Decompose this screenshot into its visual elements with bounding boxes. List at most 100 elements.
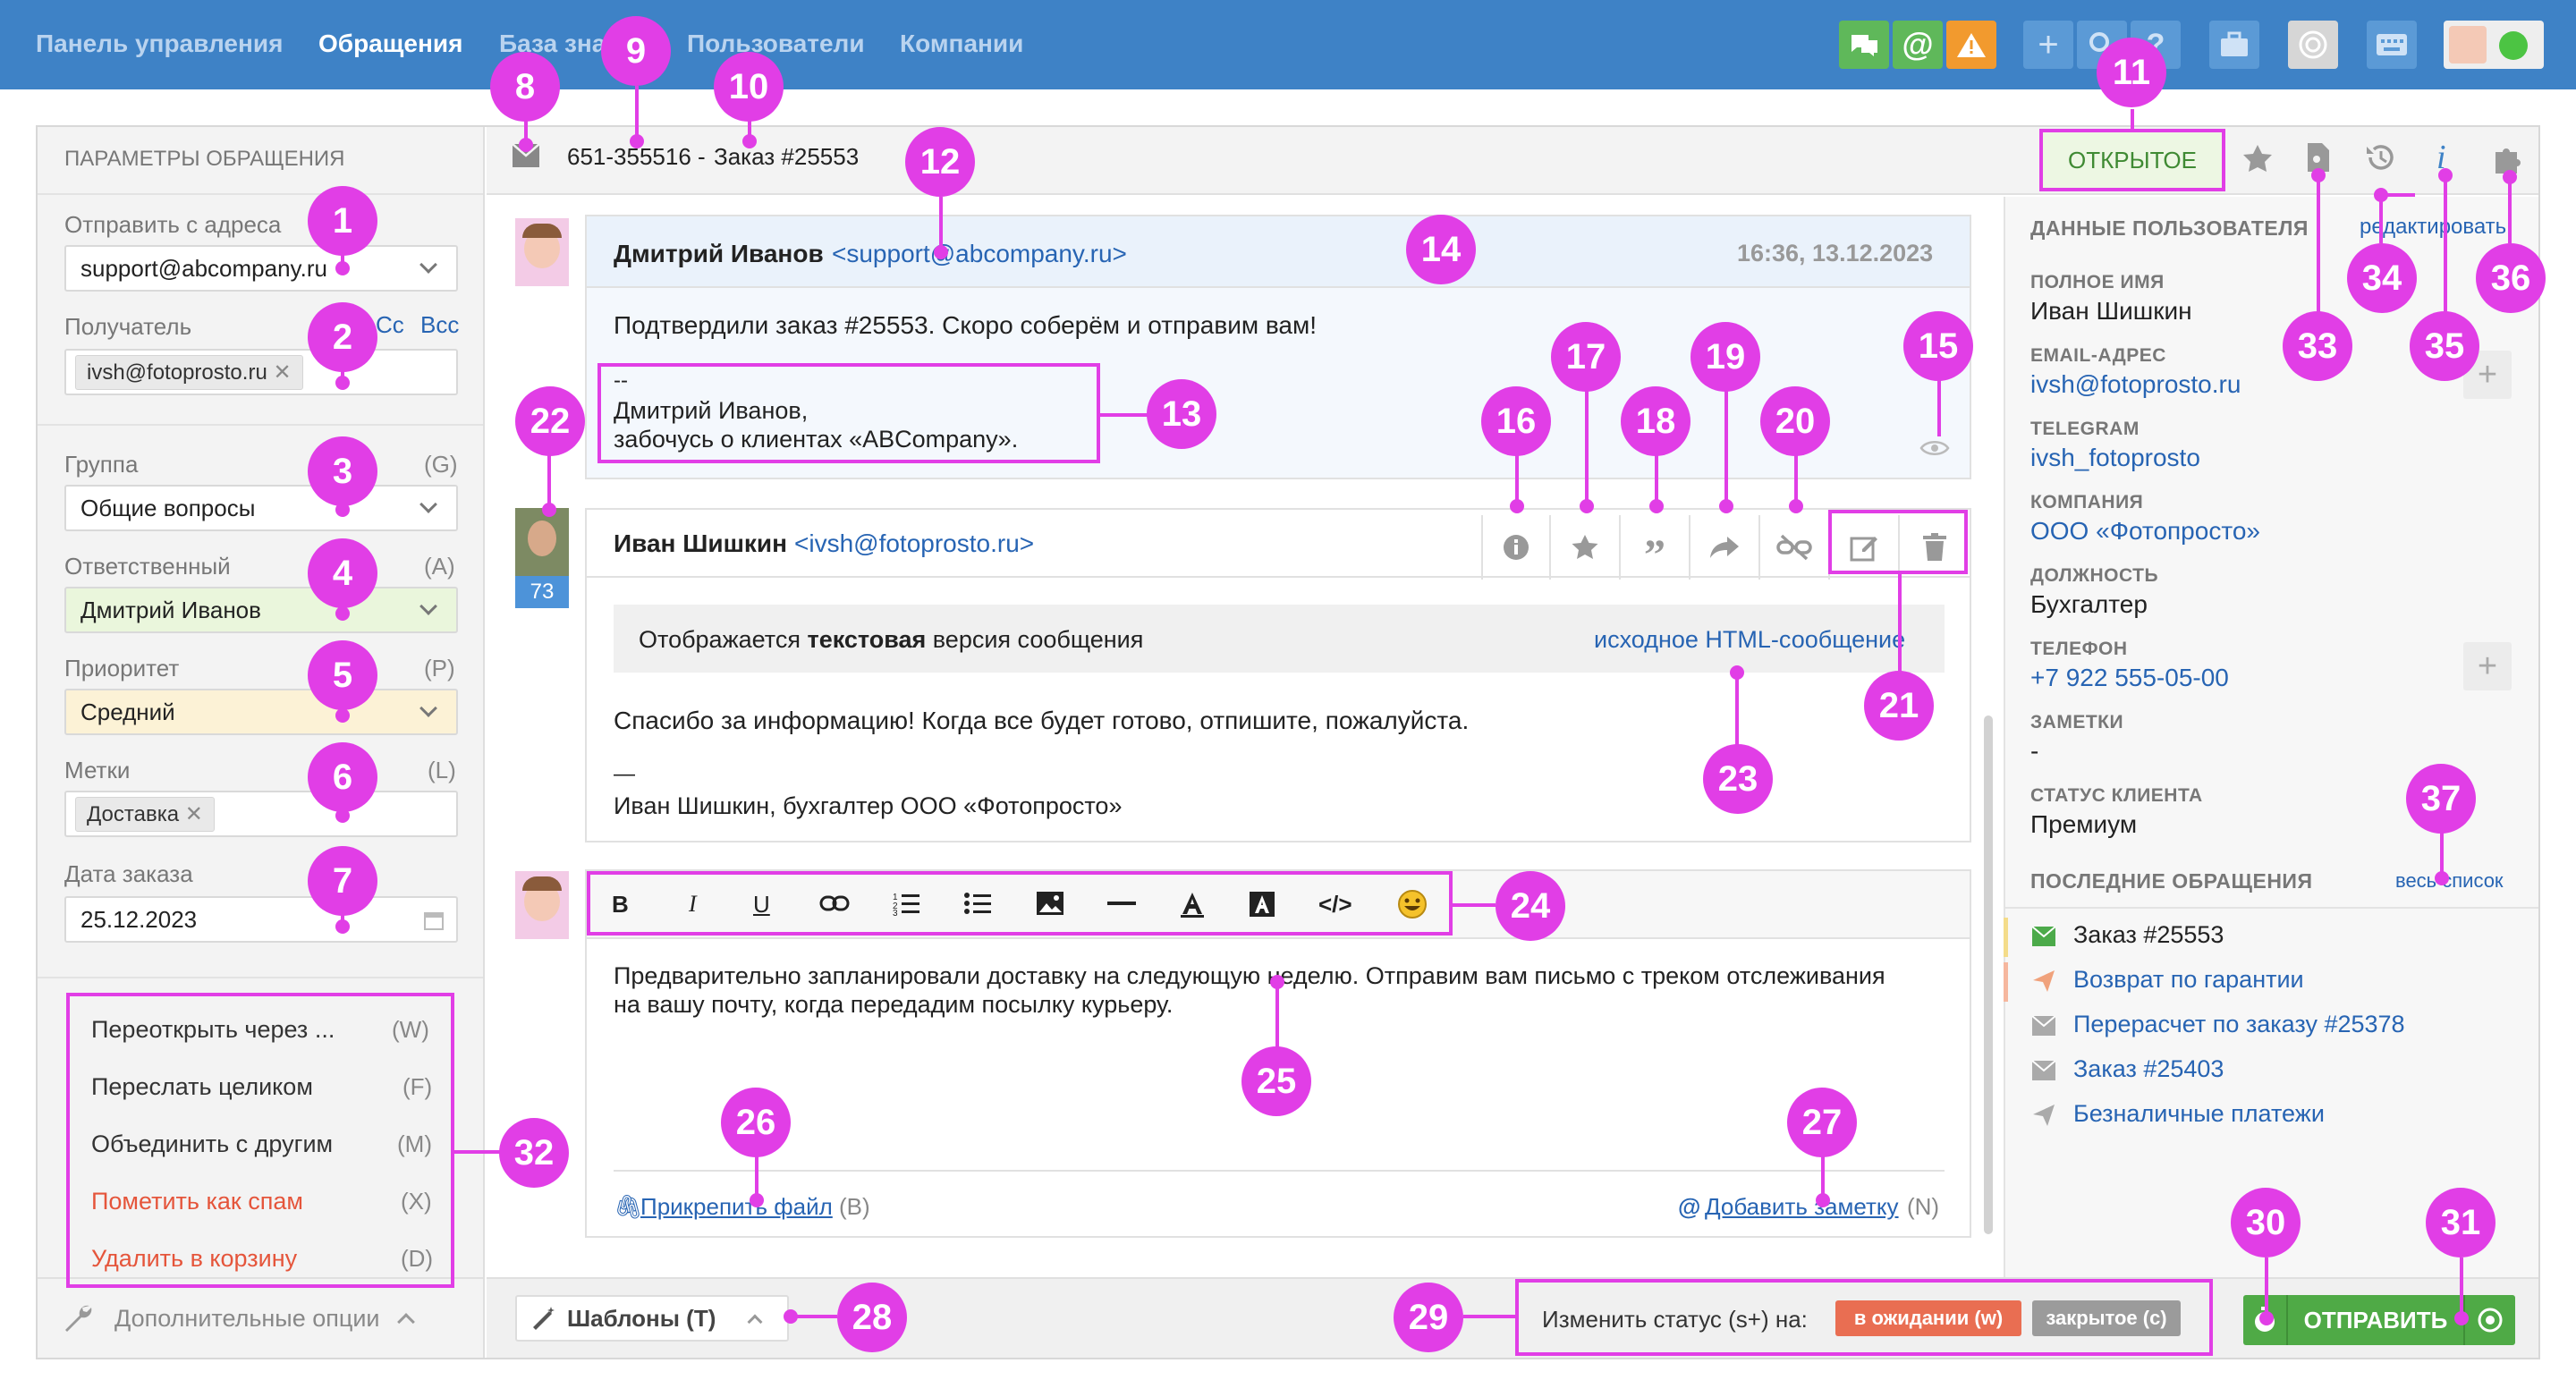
- image-icon[interactable]: [1036, 891, 1064, 916]
- phone-value[interactable]: +7 922 555-05-00: [2030, 664, 2229, 692]
- edit-icon: [1850, 537, 1877, 562]
- send-options-button[interactable]: [2463, 1295, 2515, 1345]
- company-value[interactable]: ООО «Фотопросто»: [2030, 517, 2260, 546]
- attach-file-link[interactable]: Прикрепить файл: [640, 1193, 833, 1221]
- status-closed-button[interactable]: закрытое (c): [2032, 1300, 2181, 1336]
- link-icon[interactable]: [819, 894, 850, 912]
- original-html-link[interactable]: исходное HTML-сообщение: [1594, 626, 1905, 654]
- sidebar-header: ПАРАМЕТРЫ ОБРАЩЕНИЯ: [64, 147, 345, 171]
- italic-icon[interactable]: I: [689, 891, 697, 918]
- underline-icon[interactable]: U: [753, 891, 770, 919]
- ticket-status-badge[interactable]: ОТКРЫТОЕ: [2043, 132, 2222, 188]
- position-value: Бухгалтер: [2030, 590, 2148, 618]
- puzzle-icon[interactable]: [2492, 141, 2528, 177]
- eye-icon[interactable]: [1919, 438, 1950, 458]
- email-value[interactable]: ivsh@fotoprosto.ru: [2030, 370, 2241, 399]
- callout-badge: 1: [308, 186, 377, 256]
- message-delete-button[interactable]: [1900, 515, 1970, 580]
- from-select[interactable]: support@abcompany.ru: [64, 245, 458, 292]
- nav-tickets[interactable]: Обращения: [318, 30, 462, 58]
- emoji-icon[interactable]: [1397, 889, 1428, 919]
- nav-companies[interactable]: Компании: [900, 30, 1023, 58]
- reply-text-line-1[interactable]: Предварительно запланировали доставку на…: [614, 962, 1885, 990]
- email-channel-button[interactable]: @: [1893, 21, 1943, 69]
- star-icon[interactable]: [2241, 143, 2274, 174]
- background-color-icon[interactable]: [1249, 891, 1275, 918]
- all-tickets-link[interactable]: весь список: [2395, 869, 2504, 893]
- create-button[interactable]: +: [2023, 21, 2073, 69]
- history-icon[interactable]: [2363, 141, 2397, 174]
- divider: [38, 1277, 483, 1279]
- recent-ticket-item[interactable]: Возврат по гарантии: [2073, 966, 2304, 994]
- option-merge[interactable]: Объединить с другим: [91, 1130, 333, 1158]
- callout-badge: 33: [2283, 311, 2352, 381]
- bold-icon[interactable]: B: [612, 891, 629, 919]
- info-icon[interactable]: i: [2436, 138, 2446, 177]
- message-author-email[interactable]: <support@abcompany.ru>: [832, 240, 1127, 268]
- send-button[interactable]: ОТПРАВИТЬ: [2288, 1295, 2463, 1345]
- recent-ticket-item[interactable]: Перерасчет по заказу #25378: [2073, 1011, 2405, 1038]
- message-edit-button[interactable]: [1830, 515, 1900, 580]
- message-star-button[interactable]: [1551, 515, 1621, 580]
- callout-badge: 28: [837, 1283, 907, 1352]
- document-icon[interactable]: [2306, 141, 2331, 174]
- message-author-email[interactable]: <ivsh@fotoprosto.ru>: [794, 529, 1034, 558]
- alert-button[interactable]: [1946, 21, 1996, 69]
- from-label: Отправить с адреса: [64, 211, 282, 238]
- group-select[interactable]: Общие вопросы: [64, 485, 458, 531]
- option-forward[interactable]: Переслать целиком: [91, 1073, 313, 1101]
- add-phone-button[interactable]: +: [2463, 642, 2512, 690]
- telegram-value[interactable]: ivsh_fotoprosto: [2030, 444, 2200, 472]
- recent-ticket-item[interactable]: Заказ #25403: [2073, 1055, 2224, 1083]
- message-quote-button[interactable]: ”: [1621, 515, 1690, 580]
- message-unlink-button[interactable]: [1760, 515, 1830, 580]
- option-reopen[interactable]: Переоткрыть через ...: [91, 1016, 335, 1044]
- target-button[interactable]: [2288, 21, 2338, 69]
- order-date-field[interactable]: 25.12.2023: [64, 896, 458, 943]
- nav-dashboard[interactable]: Панель управления: [36, 30, 283, 58]
- priority-select[interactable]: Средний: [64, 689, 458, 735]
- from-value: support@abcompany.ru: [80, 254, 327, 282]
- option-delete[interactable]: Удалить в корзину: [91, 1245, 297, 1273]
- keyboard-button[interactable]: [2367, 21, 2417, 69]
- ordered-list-icon[interactable]: 123: [893, 891, 919, 916]
- divider: [38, 977, 483, 978]
- recipient-field[interactable]: ivsh@fotoprosto.ru ✕: [64, 349, 458, 395]
- message-info-button[interactable]: [1481, 515, 1551, 580]
- chat-button[interactable]: [1839, 21, 1889, 69]
- horizontal-rule-icon[interactable]: [1107, 902, 1136, 905]
- chevron-up-icon: [396, 1313, 415, 1331]
- cc-link[interactable]: Cc: [376, 311, 404, 339]
- templates-button[interactable]: Шаблоны (T): [515, 1295, 789, 1342]
- at-icon: @: [1678, 1193, 1701, 1220]
- recent-ticket-item[interactable]: Безналичные платежи: [2073, 1100, 2325, 1128]
- envelope-icon: [512, 143, 540, 167]
- bullet-list-icon[interactable]: [964, 891, 991, 916]
- assignee-select[interactable]: Дмитрий Иванов: [64, 587, 458, 633]
- edit-user-link[interactable]: редактировать: [2360, 215, 2506, 240]
- signature-line-1: Дмитрий Иванов,: [614, 397, 809, 424]
- calendar-icon[interactable]: [424, 910, 444, 930]
- keyboard-icon: [2377, 34, 2407, 55]
- client-status-label: СТАТУС КЛИЕНТА: [2030, 785, 2203, 806]
- briefcase-button[interactable]: [2209, 21, 2259, 69]
- callout-badge: 8: [490, 52, 560, 122]
- scrollbar-thumb[interactable]: [1984, 715, 1993, 1234]
- tags-field[interactable]: Доставка ✕: [64, 791, 458, 837]
- profile-button[interactable]: [2444, 21, 2544, 69]
- status-waiting-button[interactable]: в ожидании (w): [1835, 1300, 2021, 1336]
- delayed-send-button[interactable]: [2243, 1295, 2288, 1345]
- ticket-title[interactable]: Заказ #25553: [714, 143, 859, 171]
- nav-users[interactable]: Пользователи: [687, 30, 865, 58]
- code-icon[interactable]: </>: [1318, 891, 1352, 919]
- bcc-link[interactable]: Bcc: [420, 311, 459, 339]
- recent-ticket-item[interactable]: Заказ #25553: [2073, 921, 2224, 949]
- add-note-link[interactable]: Добавить заметку: [1705, 1193, 1899, 1221]
- reply-text-line-2[interactable]: на вашу почту, когда передадим посылку к…: [614, 991, 1173, 1019]
- close-icon[interactable]: ✕: [273, 360, 291, 385]
- more-options-toggle[interactable]: Дополнительные опции: [63, 1302, 415, 1334]
- font-color-icon[interactable]: [1179, 891, 1206, 918]
- close-icon[interactable]: ✕: [185, 802, 203, 826]
- option-mark-spam[interactable]: Пометить как спам: [91, 1188, 303, 1215]
- message-forward-button[interactable]: [1690, 515, 1760, 580]
